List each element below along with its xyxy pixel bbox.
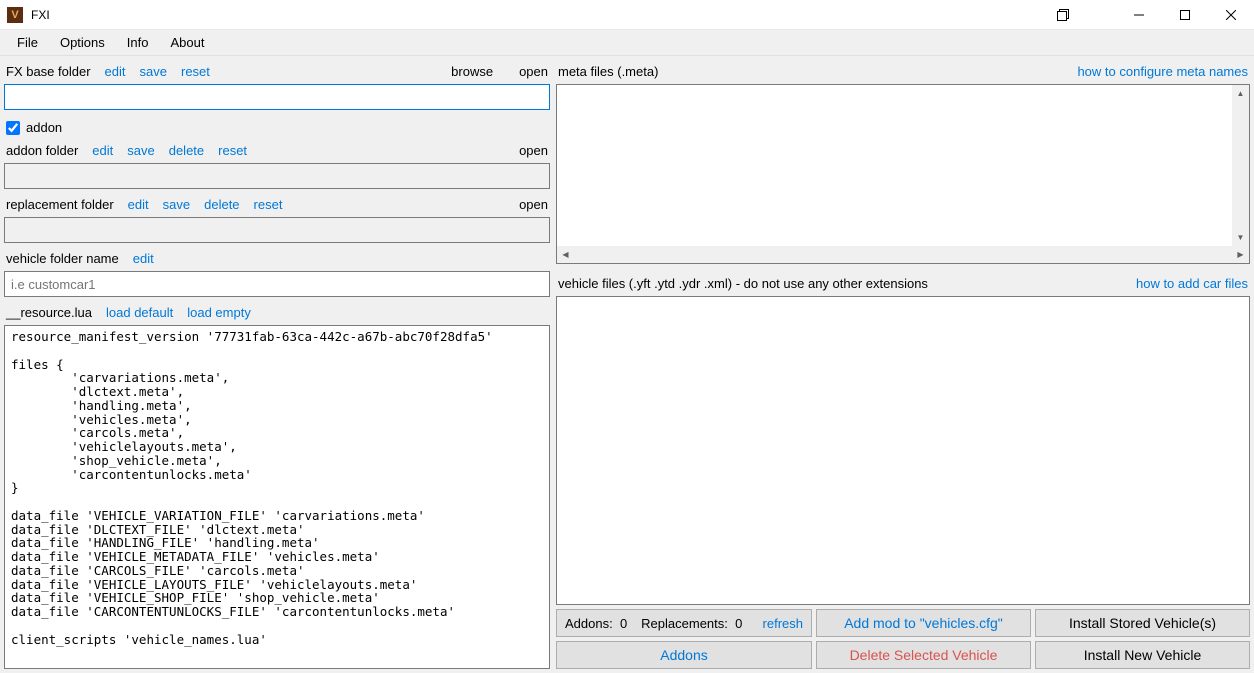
resource-load-empty-link[interactable]: load empty (187, 305, 251, 320)
addon-checkbox[interactable] (6, 121, 20, 135)
window-title: FXI (31, 8, 50, 22)
meta-files-label: meta files (.meta) (558, 64, 658, 79)
scrollbar-horizontal[interactable]: ◀ ▶ (557, 246, 1249, 263)
scroll-right-icon[interactable]: ▶ (1232, 246, 1249, 263)
vehicle-folder-row: vehicle folder name edit (4, 247, 550, 269)
install-stored-button[interactable]: Install Stored Vehicle(s) (1035, 609, 1250, 637)
menu-options[interactable]: Options (49, 31, 116, 54)
replacements-count-label: Replacements: (641, 616, 728, 631)
delete-selected-button[interactable]: Delete Selected Vehicle (816, 641, 1031, 669)
right-column: meta files (.meta) how to configure meta… (556, 56, 1250, 669)
menu-file[interactable]: File (6, 31, 49, 54)
addon-folder-label: addon folder (6, 143, 78, 158)
addon-checkbox-label: addon (26, 120, 62, 135)
addon-folder-delete-link[interactable]: delete (169, 143, 204, 158)
vehicle-folder-input[interactable] (4, 271, 550, 297)
add-mod-button[interactable]: Add mod to "vehicles.cfg" (816, 609, 1031, 637)
fx-base-browse-link[interactable]: browse (451, 64, 493, 79)
addons-count: 0 (620, 616, 627, 631)
resource-load-default-link[interactable]: load default (106, 305, 173, 320)
scrollbar-vertical[interactable]: ▲ ▼ (1232, 85, 1249, 246)
fx-base-open-link[interactable]: open (519, 64, 548, 79)
install-new-button[interactable]: Install New Vehicle (1035, 641, 1250, 669)
fx-base-edit-link[interactable]: edit (105, 64, 126, 79)
replacement-folder-save-link[interactable]: save (163, 197, 190, 212)
resource-label: __resource.lua (6, 305, 92, 320)
fx-base-reset-link[interactable]: reset (181, 64, 210, 79)
titlebar: V FXI (0, 0, 1254, 30)
vehicle-files-header: vehicle files (.yft .ytd .ydr .xml) - do… (556, 272, 1250, 294)
vehicle-files-label: vehicle files (.yft .ytd .ydr .xml) - do… (558, 276, 928, 291)
close-button[interactable] (1208, 0, 1254, 30)
replacement-folder-label: replacement folder (6, 197, 114, 212)
replacement-folder-input[interactable] (4, 217, 550, 243)
replacement-folder-delete-link[interactable]: delete (204, 197, 239, 212)
replacement-folder-edit-link[interactable]: edit (128, 197, 149, 212)
fx-base-input[interactable] (4, 84, 550, 110)
addon-folder-save-link[interactable]: save (127, 143, 154, 158)
refresh-link[interactable]: refresh (763, 616, 803, 631)
vehicle-files-listbox[interactable] (556, 296, 1250, 605)
main-area: FX base folder edit save reset browse op… (0, 56, 1254, 673)
addon-folder-row: addon folder edit save delete reset open (4, 139, 550, 161)
addon-folder-open-link[interactable]: open (519, 143, 548, 158)
replacement-folder-row: replacement folder edit save delete rese… (4, 193, 550, 215)
resource-textarea[interactable] (4, 325, 550, 669)
bottom-buttons: Addons: 0 Replacements: 0 refresh Add mo… (556, 609, 1250, 669)
vehicle-folder-label: vehicle folder name (6, 251, 119, 266)
vehicle-files-help-link[interactable]: how to add car files (1136, 276, 1248, 291)
replacements-count: 0 (735, 616, 742, 631)
addon-checkbox-row: addon (4, 120, 550, 135)
scroll-left-icon[interactable]: ◀ (557, 246, 574, 263)
app-icon: V (7, 7, 23, 23)
replacement-folder-reset-link[interactable]: reset (254, 197, 283, 212)
left-column: FX base folder edit save reset browse op… (4, 56, 550, 669)
replacement-folder-open-link[interactable]: open (519, 197, 548, 212)
vehicle-folder-edit-link[interactable]: edit (133, 251, 154, 266)
fx-base-label: FX base folder (6, 64, 91, 79)
meta-files-header: meta files (.meta) how to configure meta… (556, 60, 1250, 82)
addon-folder-input[interactable] (4, 163, 550, 189)
resource-row: __resource.lua load default load empty (4, 301, 550, 323)
minimize-button[interactable] (1116, 0, 1162, 30)
menu-about[interactable]: About (159, 31, 215, 54)
fx-base-row: FX base folder edit save reset browse op… (4, 60, 550, 82)
maximize-button[interactable] (1162, 0, 1208, 30)
menubar: File Options Info About (0, 30, 1254, 56)
addons-count-label: Addons: (565, 616, 613, 631)
restore-down-aux-icon[interactable] (1040, 0, 1086, 30)
addon-folder-edit-link[interactable]: edit (92, 143, 113, 158)
scroll-down-icon[interactable]: ▼ (1232, 229, 1249, 246)
menu-info[interactable]: Info (116, 31, 160, 54)
meta-files-listbox[interactable]: ▲ ▼ ◀ ▶ (556, 84, 1250, 264)
scroll-up-icon[interactable]: ▲ (1232, 85, 1249, 102)
meta-files-help-link[interactable]: how to configure meta names (1077, 64, 1248, 79)
addons-button[interactable]: Addons (556, 641, 812, 669)
addon-folder-reset-link[interactable]: reset (218, 143, 247, 158)
counts-cell: Addons: 0 Replacements: 0 refresh (556, 609, 812, 637)
fx-base-save-link[interactable]: save (140, 64, 167, 79)
